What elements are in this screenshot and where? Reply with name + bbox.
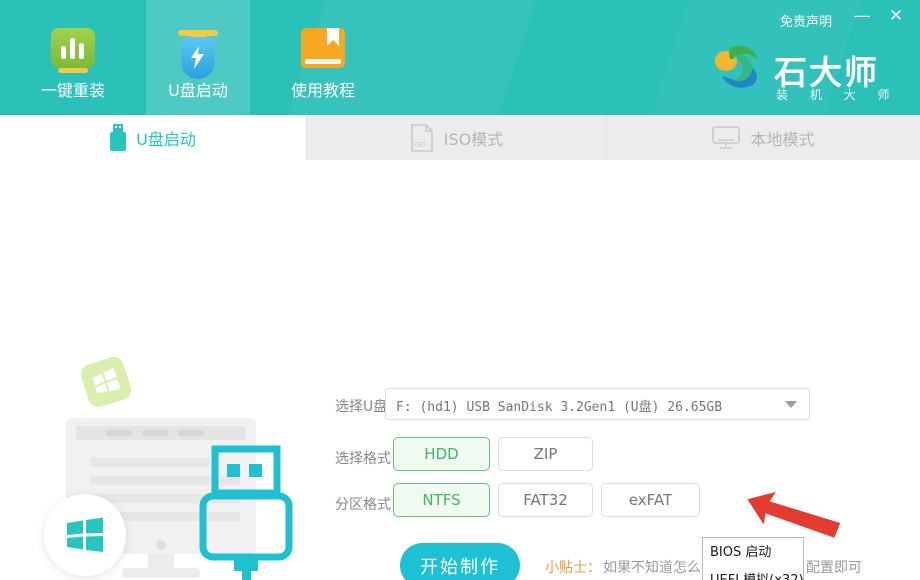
tab-iso-mode-label: ISO模式 [444,126,503,150]
nav-label-usb-boot: U盘启动 [146,77,250,101]
usb-stick-icon [110,124,126,151]
tip-text-left: 如果不知道怎么 [603,557,701,577]
nav-item-tutorial[interactable]: 使用教程 [271,0,375,115]
iso-file-icon: ISO [410,124,434,152]
partition-option-exfat[interactable]: exFAT [601,483,700,517]
tab-usb-boot-label: U盘启动 [136,126,196,150]
tab-iso-mode[interactable]: ISO ISO模式 [307,115,607,160]
svg-text:ISO: ISO [414,142,427,149]
usb-plug-illustration [198,445,294,580]
close-button[interactable]: ✕ [884,6,908,26]
brand-swirl-icon [712,42,764,94]
usb-drive-value: F: (hd1) USB SanDisk 3.2Gen1 (U盘) 26.65G… [396,396,722,415]
tip-label: 小贴士： [545,557,601,577]
nav-item-usb-boot[interactable]: U盘启动 [146,0,250,115]
tab-usb-boot[interactable]: U盘启动 [0,115,307,160]
monitor-base [122,568,200,578]
windows-tile-icon [78,354,133,409]
tab-local-mode-label: 本地模式 [750,126,814,150]
disclaimer-link[interactable]: 免责声明 [780,11,832,30]
chart-icon [51,28,95,68]
boot-mode-menu: BIOS 启动 UEFI 模拟(x32) UEFI 模拟(x64) [702,537,804,580]
nav-label-tutorial: 使用教程 [271,77,375,101]
minimize-button[interactable]: — [850,6,874,26]
main-content: 选择U盘： F: (hd1) USB SanDisk 3.2Gen1 (U盘) … [0,160,920,580]
format-option-hdd[interactable]: HDD [393,437,490,471]
mode-tabbar: U盘启动 ISO ISO模式 本地模式 [0,115,920,160]
partition-option-fat32[interactable]: FAT32 [498,483,593,517]
header: 一键重装 U盘启动 [0,0,920,115]
monitor-dot [156,540,166,550]
monitor-stand [148,554,174,568]
shield-lightning-icon [181,30,215,79]
windows-logo-badge [44,494,126,576]
start-make-button[interactable]: 开始制作 [400,543,520,580]
app-window: 一键重装 U盘启动 [0,0,920,580]
tip-text-right: 配置即可 [806,557,862,577]
partition-option-ntfs[interactable]: NTFS [393,483,490,517]
monitor-icon [712,126,740,150]
tab-local-mode[interactable]: 本地模式 [607,115,920,160]
format-option-zip[interactable]: ZIP [498,437,593,471]
brand-subtitle: 装 机 大 师 [776,86,898,103]
chevron-down-icon [785,401,797,408]
nav-item-reinstall[interactable]: 一键重装 [21,0,125,115]
nav-label-reinstall: 一键重装 [21,77,125,101]
brand-logo: 石大师 装 机 大 师 [712,42,912,98]
usb-drive-select[interactable]: F: (hd1) USB SanDisk 3.2Gen1 (U盘) 26.65G… [385,388,810,420]
book-icon [301,28,345,68]
menu-item-uefi-x32[interactable]: UEFI 模拟(x32) [703,566,803,580]
menu-item-bios-boot[interactable]: BIOS 启动 [703,538,803,566]
